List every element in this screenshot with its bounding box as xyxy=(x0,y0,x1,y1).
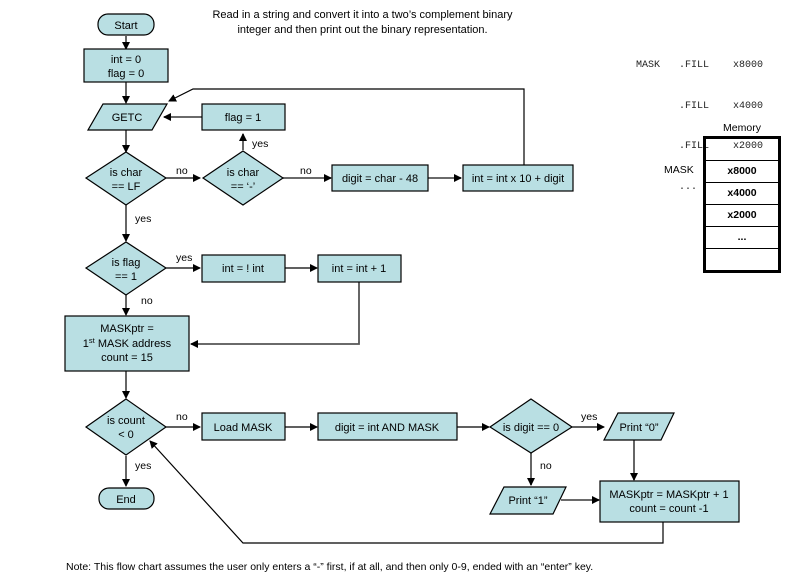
is-lf-label-2: == LF xyxy=(112,181,141,193)
node-flag-set: flag = 1 xyxy=(201,103,286,131)
maskptr-label-3: count = 15 xyxy=(101,352,153,364)
int-accum-label: int = int x 10 + digit xyxy=(472,173,564,185)
node-getc: GETC xyxy=(86,103,169,131)
getc-label: GETC xyxy=(112,112,143,124)
footnote: Note: This flow chart assumes the user o… xyxy=(66,561,594,573)
digit-calc-label: digit = char - 48 xyxy=(342,173,418,185)
node-int-inc: int = int + 1 xyxy=(317,254,402,283)
is-count-decision-shape xyxy=(84,398,168,456)
node-print-1: Print “1” xyxy=(489,486,567,515)
node-update: MASKptr = MASKptr + 1 count = count -1 xyxy=(599,480,740,523)
update-label-1: MASKptr = MASKptr + 1 xyxy=(609,489,728,501)
init-label-1: int = 0 xyxy=(111,54,141,66)
node-is-digit-zero: is digit == 0 xyxy=(488,398,574,454)
node-digit-and: digit = int AND MASK xyxy=(317,412,458,441)
is-count-label-1: is count xyxy=(107,415,145,427)
update-label-2: count = count -1 xyxy=(629,503,708,515)
start-label: Start xyxy=(114,20,137,32)
edge-label-digit-no: no xyxy=(540,460,552,472)
edge-label-digit-yes: yes xyxy=(581,411,597,423)
node-is-flag: is flag == 1 xyxy=(84,241,168,296)
is-lf-label-1: is char xyxy=(110,167,143,179)
edge-label-flag-yes: yes xyxy=(176,252,192,264)
node-is-count: is count < 0 xyxy=(84,398,168,456)
is-flag-label-1: is flag xyxy=(112,257,141,269)
node-print-0: Print “0” xyxy=(603,412,675,441)
edge-update-count-loop xyxy=(149,440,664,544)
maskptr-label-2: 1st MASK address xyxy=(83,336,172,350)
node-load-mask: Load MASK xyxy=(201,412,286,441)
edge-label-count-yes: yes xyxy=(135,460,151,472)
node-maskptr-init: MASKptr = 1st MASK address count = 15 xyxy=(64,315,190,372)
print-1-label: Print “1” xyxy=(508,495,547,507)
node-is-lf: is char == LF xyxy=(84,151,168,206)
is-count-label-2: < 0 xyxy=(118,429,134,441)
digit-and-label: digit = int AND MASK xyxy=(335,422,440,434)
edge-label-flag-no: no xyxy=(141,295,153,307)
is-minus-label-1: is char xyxy=(227,167,260,179)
update-process-shape xyxy=(599,480,740,523)
node-init: int = 0 flag = 0 xyxy=(83,48,169,83)
int-not-label: int = ! int xyxy=(222,263,264,275)
print-0-label: Print “0” xyxy=(619,422,658,434)
load-mask-label: Load MASK xyxy=(214,422,273,434)
int-inc-label: int = int + 1 xyxy=(332,263,386,275)
edge-label-count-no: no xyxy=(176,411,188,423)
edge-label-minus-no: no xyxy=(300,165,312,177)
maskptr-label-1: MASKptr = xyxy=(100,323,154,335)
node-digit-calc: digit = char - 48 xyxy=(331,164,429,192)
edge-label-lf-no: no xyxy=(176,165,188,177)
node-int-accum: int = int x 10 + digit xyxy=(462,164,574,192)
maskptr-address-text: MASK address xyxy=(95,338,172,350)
init-label-2: flag = 0 xyxy=(108,68,144,80)
node-is-minus: is char == ‘-’ xyxy=(201,150,285,206)
edge-label-lf-yes: yes xyxy=(135,213,151,225)
end-label: End xyxy=(116,494,136,506)
flag-set-label: flag = 1 xyxy=(225,112,261,124)
is-minus-label-2: == ‘-’ xyxy=(231,181,255,193)
edge-label-minus-yes: yes xyxy=(252,138,268,150)
edge-inc-maskptr xyxy=(190,281,360,348)
flowchart: yes no no yes yes no no yes yes no Start… xyxy=(64,13,740,544)
is-digit-zero-label: is digit == 0 xyxy=(503,422,559,434)
is-flag-label-2: == 1 xyxy=(115,271,137,283)
node-end: End xyxy=(98,487,155,510)
node-int-not: int = ! int xyxy=(201,254,286,283)
node-start: Start xyxy=(97,13,155,36)
